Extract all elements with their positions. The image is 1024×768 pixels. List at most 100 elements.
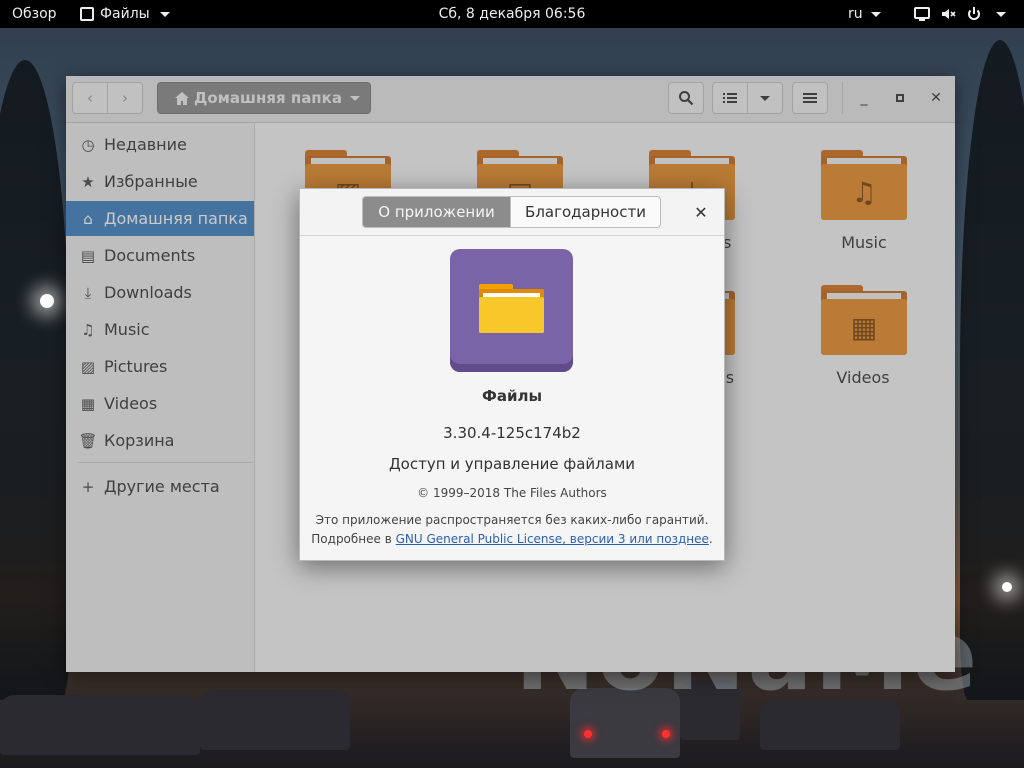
chevron-right-icon: › — [122, 89, 128, 107]
tab-about[interactable]: О приложении — [362, 196, 511, 228]
sidebar-item-starred[interactable]: ★ Избранные — [66, 164, 254, 199]
plus-icon: + — [81, 477, 95, 496]
sidebar-separator — [78, 462, 254, 463]
files-app-logo-icon — [450, 249, 573, 372]
sidebar-item-label: Pictures — [104, 357, 168, 376]
folder-item-videos[interactable]: ▦ — [821, 285, 907, 355]
copyright-text: © 1999–2018 The Files Authors — [417, 486, 607, 500]
home-icon — [175, 91, 189, 105]
folder-item-music[interactable]: ♫ — [821, 150, 907, 220]
search-icon — [679, 91, 694, 106]
path-label: Домашняя папка — [194, 89, 342, 107]
sidebar-item-videos[interactable]: ▦ Videos — [66, 386, 254, 421]
sidebar-item-label: Недавние — [104, 135, 187, 154]
volume-muted-icon — [942, 9, 956, 19]
sidebar-item-downloads[interactable]: ⤓ Downloads — [66, 275, 254, 310]
palm-silhouette — [0, 60, 70, 700]
sidebar-item-label: Downloads — [104, 283, 192, 302]
car-taillight — [584, 730, 592, 738]
sidebar-item-recent[interactable]: ◷ Недавние — [66, 127, 254, 162]
activities-button[interactable]: Обзор — [12, 0, 57, 28]
license-notice: Это приложение распространяется без каки… — [315, 513, 709, 527]
back-button[interactable]: ‹ — [72, 82, 108, 114]
path-bar-button[interactable]: Домашняя папка — [157, 82, 371, 114]
app-name: Файлы — [481, 387, 543, 405]
music-icon: ♫ — [81, 320, 95, 339]
chevron-down-icon — [871, 11, 882, 17]
document-icon: ▤ — [80, 246, 96, 265]
sidebar-item-label: Избранные — [104, 172, 198, 191]
folder-label: Music — [841, 233, 887, 252]
minimize-button[interactable]: _ — [852, 86, 876, 110]
home-icon: ⌂ — [83, 209, 93, 228]
street-light — [40, 294, 54, 308]
chevron-left-icon: ‹ — [87, 89, 93, 107]
car — [200, 690, 350, 750]
film-icon: ▦ — [80, 394, 96, 413]
sidebar-item-home[interactable]: ⌂ Домашняя папка — [66, 201, 254, 236]
about-dialog: О приложении Благодарности ✕ Файлы 3.30.… — [299, 188, 725, 561]
headerbar: ‹ › Домашняя папка _ ✕ — [66, 76, 955, 123]
dialog-header: О приложении Благодарности ✕ — [300, 189, 724, 236]
download-icon: ⤓ — [84, 283, 92, 302]
star-icon: ★ — [81, 172, 95, 191]
app-menu-label: Файлы — [100, 6, 150, 22]
files-app-icon — [80, 7, 94, 21]
close-window-button[interactable]: ✕ — [924, 86, 948, 110]
hamburger-icon — [803, 93, 817, 103]
sidebar-item-label: Music — [104, 320, 150, 339]
header-separator — [842, 82, 843, 114]
app-description: Доступ и управление файлами — [388, 455, 636, 473]
close-dialog-button[interactable]: ✕ — [690, 201, 712, 223]
system-menu-button[interactable] — [914, 0, 1006, 28]
logo-folder-front — [479, 297, 544, 333]
close-icon: ✕ — [694, 202, 708, 222]
keyboard-layout-label: ru — [848, 6, 863, 22]
sidebar: ◷ Недавние ★ Избранные ⌂ Домашняя папка … — [66, 123, 255, 672]
car — [0, 695, 200, 755]
tab-credits[interactable]: Благодарности — [510, 196, 661, 228]
sidebar-item-trash[interactable]: 🗑 Корзина — [66, 423, 254, 458]
sidebar-item-label: Домашняя папка — [104, 209, 248, 228]
trash-icon: 🗑 — [78, 431, 98, 450]
network-icon — [914, 7, 930, 21]
minimize-icon: _ — [860, 90, 868, 106]
keyboard-layout-button[interactable]: ru — [848, 0, 882, 28]
maximize-button[interactable] — [888, 86, 912, 110]
film-icon: ▦ — [821, 299, 907, 355]
forward-button[interactable]: › — [107, 82, 143, 114]
search-button[interactable] — [668, 82, 704, 114]
menu-button[interactable] — [792, 82, 828, 114]
app-menu-button[interactable]: Файлы — [80, 0, 170, 28]
image-icon: ▨ — [80, 357, 96, 376]
chevron-down-icon — [159, 11, 170, 17]
sidebar-item-other-locations[interactable]: + Другие места — [66, 469, 254, 504]
view-options-button[interactable] — [747, 82, 783, 114]
clock-icon: ◷ — [81, 135, 95, 154]
sidebar-item-label: Documents — [104, 246, 196, 265]
app-version: 3.30.4-125c174b2 — [443, 424, 581, 442]
close-icon: ✕ — [930, 90, 942, 106]
maximize-icon — [896, 94, 904, 102]
clock[interactable]: Сб, 8 декабря 06:56 — [439, 6, 586, 22]
chevron-down-icon — [760, 95, 770, 101]
folder-label: Videos — [836, 368, 890, 387]
power-icon — [968, 7, 980, 20]
chevron-down-icon — [996, 11, 1006, 17]
sidebar-item-music[interactable]: ♫ Music — [66, 312, 254, 347]
sidebar-item-pictures[interactable]: ▨ Pictures — [66, 349, 254, 384]
sidebar-item-label: Корзина — [104, 431, 175, 450]
music-icon: ♫ — [821, 164, 907, 220]
list-view-button[interactable] — [712, 82, 748, 114]
license-details: Подробнее в GNU General Public License, … — [300, 532, 724, 546]
license-link[interactable]: GNU General Public License, версии 3 или… — [396, 532, 709, 546]
license-prefix: Подробнее в — [311, 532, 396, 546]
sidebar-item-label: Videos — [104, 394, 158, 413]
car-taillight — [662, 730, 670, 738]
list-icon — [723, 93, 737, 103]
license-suffix: . — [708, 532, 713, 546]
sidebar-item-documents[interactable]: ▤ Documents — [66, 238, 254, 273]
chevron-down-icon — [349, 95, 360, 101]
sidebar-item-label: Другие места — [104, 477, 220, 496]
street-light — [1002, 582, 1012, 592]
